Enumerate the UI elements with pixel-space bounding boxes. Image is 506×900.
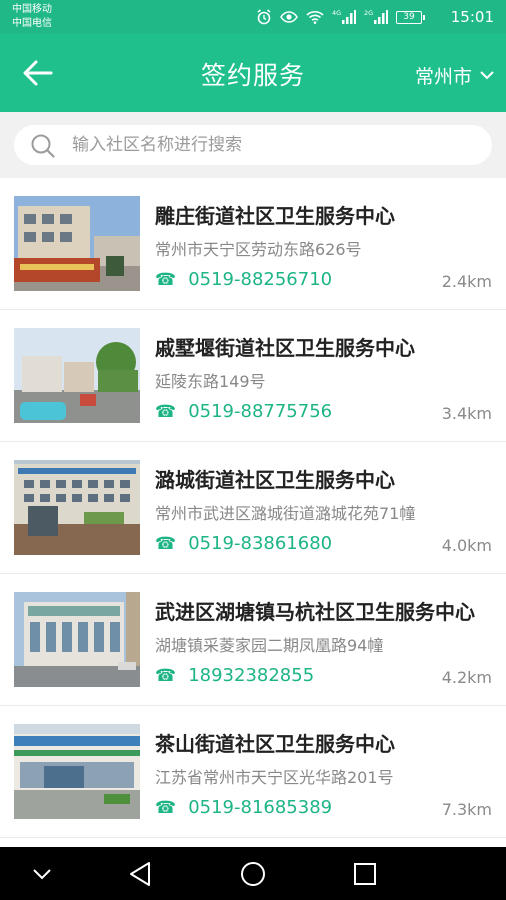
search-area [0,112,506,178]
nav-hide-button[interactable] [28,860,56,888]
center-address: 常州市武进区潞城街道潞城花苑71幢 [155,504,416,523]
distance-label: 7.3km [441,800,492,819]
distance-label: 4.2km [441,668,492,687]
city-selector[interactable]: 常州市 [415,62,494,89]
distance-label: 3.4km [441,404,492,423]
center-address: 常州市天宁区劳动东路626号 [155,240,362,259]
phone-number: 0519-81685389 [188,797,333,818]
signal-2g-icon: 2G [364,9,388,24]
nav-back-button[interactable] [126,860,154,888]
battery-icon: 39 [396,10,425,24]
carrier-1: 中国移动 [12,4,52,15]
phone-icon: ☎ [155,533,177,554]
phone-number: 18932382855 [188,665,315,686]
app-header: 签约服务 常州市 [0,34,506,112]
status-icons: 4G 2G 39 [256,9,425,25]
phone-link[interactable]: ☎ 0519-88775756 [155,401,332,422]
status-bar: 中国移动 中国电信 4G 2G 39 15:01 [0,0,506,34]
search-input[interactable] [72,125,472,165]
list-item[interactable]: 潞城街道社区卫生服务中心 常州市武进区潞城街道潞城花苑71幢 ☎ 0519-83… [0,442,506,574]
distance-label: 4.0km [441,536,492,555]
center-photo [14,724,140,819]
phone-number: 0519-88775756 [188,401,333,422]
distance-label: 2.4km [441,272,492,291]
center-name: 雕庄街道社区卫生服务中心 [155,204,395,228]
center-photo [14,196,140,291]
center-address: 延陵东路149号 [155,372,266,391]
list-item[interactable]: 武进区湖塘镇马杭社区卫生服务中心 湖塘镇采菱家园二期凤凰路94幢 ☎ 18932… [0,574,506,706]
wifi-icon [306,11,324,24]
list-item[interactable]: 戚墅堰街道社区卫生服务中心 延陵东路149号 ☎ 0519-88775756 3… [0,310,506,442]
phone-icon: ☎ [155,797,177,818]
nav-recents-button[interactable] [351,860,379,888]
phone-icon: ☎ [155,269,177,290]
center-name: 武进区湖塘镇马杭社区卫生服务中心 [155,600,475,624]
search-icon [31,134,55,158]
center-name: 潞城街道社区卫生服务中心 [155,468,395,492]
clock: 15:01 [450,8,494,26]
nav-home-button[interactable] [239,860,267,888]
phone-link[interactable]: ☎ 0519-83861680 [155,533,332,554]
center-address: 湖塘镇采菱家园二期凤凰路94幢 [155,636,384,655]
center-photo [14,460,140,555]
net-4g-label: 4G [332,9,341,17]
phone-number: 0519-88256710 [188,269,333,290]
search-box[interactable] [14,125,492,165]
service-center-list: 雕庄街道社区卫生服务中心 常州市天宁区劳动东路626号 ☎ 0519-88256… [0,178,506,847]
circle-home-icon [241,862,265,886]
center-photo [14,592,140,687]
city-label: 常州市 [414,66,472,88]
center-name: 茶山街道社区卫生服务中心 [155,732,395,756]
phone-link[interactable]: ☎ 0519-88256710 [155,269,332,290]
carrier-2: 中国电信 [12,18,52,29]
signal-4g-icon: 4G [332,9,356,24]
eye-icon [280,11,298,23]
phone-link[interactable]: ☎ 0519-81685389 [155,797,332,818]
chevron-down-icon [480,71,494,80]
phone-icon: ☎ [155,401,177,422]
triangle-back-icon [130,862,150,886]
center-photo [14,328,140,423]
phone-number: 0519-83861680 [188,533,333,554]
list-item[interactable]: 茶山街道社区卫生服务中心 江苏省常州市天宁区光华路201号 ☎ 0519-816… [0,706,506,838]
center-name: 戚墅堰街道社区卫生服务中心 [155,336,415,360]
phone-link[interactable]: ☎ 18932382855 [155,665,314,686]
center-address: 江苏省常州市天宁区光华路201号 [155,768,394,787]
phone-icon: ☎ [155,665,177,686]
chevron-down-icon [33,869,51,880]
net-2g-label: 2G [364,9,373,17]
list-item[interactable]: 雕庄街道社区卫生服务中心 常州市天宁区劳动东路626号 ☎ 0519-88256… [0,178,506,310]
system-nav-bar [0,847,506,900]
square-recents-icon [354,863,376,885]
alarm-icon [257,9,271,25]
